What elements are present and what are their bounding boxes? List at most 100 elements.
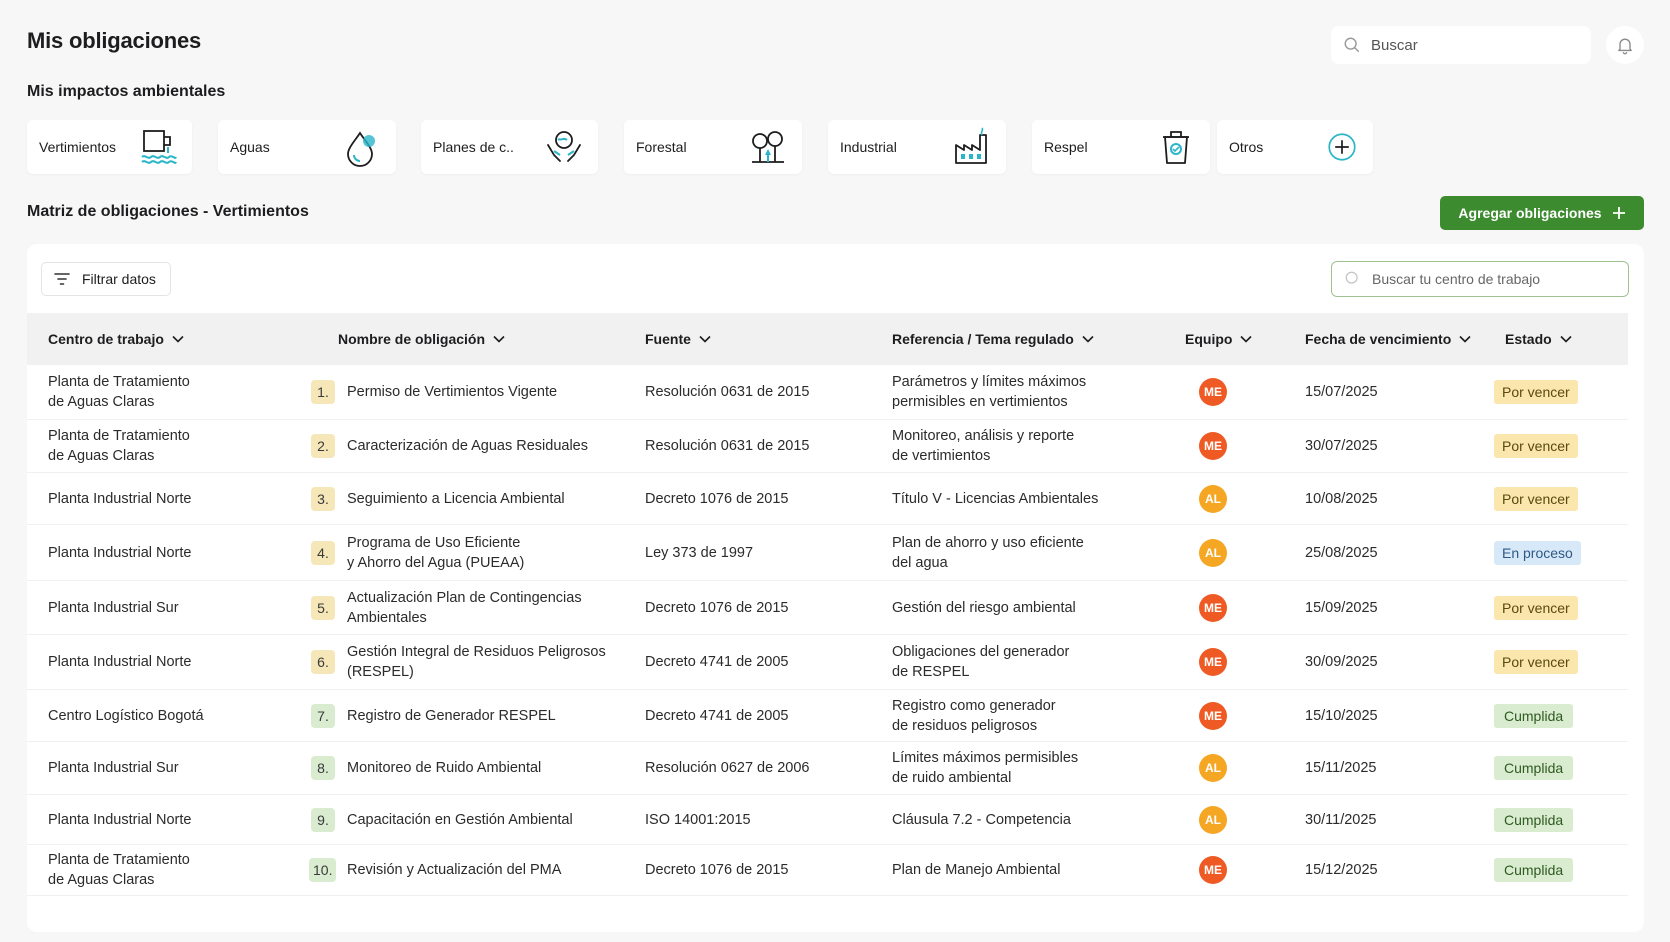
table-row[interactable]: Planta Industrial Sur 8. Monitoreo de Ruid…	[27, 742, 1628, 795]
cell-centro-line: Planta Industrial Norte	[48, 490, 192, 507]
cell-nombre-line: Caracterización de Aguas Residuales	[347, 438, 588, 454]
cell-centro-line: Planta de Tratamiento	[48, 852, 190, 868]
cell-centro-line: de Aguas Claras	[48, 394, 155, 410]
table-row[interactable]: Planta de Tratamiento de Aguas Claras 1. Pe…	[27, 365, 1628, 420]
team-avatar[interactable]: AL	[1199, 538, 1227, 567]
column-header-label: Centro de trabajo	[48, 331, 164, 347]
table-row[interactable]: Centro Logístico Bogotá 7. Registro de Gen…	[27, 690, 1628, 742]
global-search-input[interactable]	[1371, 36, 1591, 54]
cell-fecha: 10/08/2025	[1305, 490, 1378, 507]
cell-referencia-line: Plan de Manejo Ambiental	[892, 862, 1061, 878]
obligation-number: 4.	[311, 540, 335, 565]
column-header-referencia[interactable]: Referencia / Tema regulado	[892, 313, 1094, 365]
impact-tile-planes[interactable]: Planes de c..	[421, 120, 598, 174]
filter-data-label: Filtrar datos	[82, 271, 156, 287]
team-avatar[interactable]: ME	[1199, 378, 1227, 406]
cell-fuente: ISO 14001:2015	[645, 811, 751, 828]
chevron-down-icon	[1560, 335, 1572, 343]
team-avatar[interactable]: AL	[1199, 754, 1227, 782]
cell-referencia-line: Cláusula 7.2 - Competencia	[892, 811, 1071, 828]
cell-nombre: Programa de Uso Eficiente y Ahorro del Ag…	[347, 525, 617, 580]
work-center-search[interactable]	[1331, 261, 1629, 297]
impact-tile-industrial[interactable]: Industrial	[828, 120, 1006, 174]
obligation-number: 1.	[311, 380, 335, 404]
obligation-number: 9.	[311, 807, 335, 832]
cell-referencia: Plan de ahorro y uso eficiente del agua	[892, 525, 1142, 580]
team-avatar[interactable]: ME	[1199, 432, 1227, 460]
cell-referencia-line: del agua	[892, 554, 948, 571]
column-header-equipo[interactable]: Equipo	[1185, 313, 1253, 365]
cell-fuente: Decreto 4741 de 2005	[645, 654, 789, 670]
cell-nombre-line: y Ahorro del Agua (PUEAA)	[347, 554, 525, 571]
impact-tile-aguas[interactable]: Aguas	[218, 120, 396, 174]
work-center-search-input[interactable]	[1372, 271, 1628, 287]
cell-nombre-line: Programa de Uso Eficiente	[347, 534, 521, 551]
cell-fuente: Decreto 1076 de 2015	[645, 599, 789, 616]
team-avatar[interactable]: AL	[1199, 484, 1227, 513]
filter-data-button[interactable]: Filtrar datos	[41, 262, 171, 296]
column-header-centro[interactable]: Centro de trabajo	[48, 313, 184, 365]
status-badge: Por vencer	[1494, 650, 1578, 674]
team-avatar[interactable]: ME	[1199, 648, 1227, 676]
add-obligations-button[interactable]: Agregar obligaciones	[1440, 196, 1644, 230]
status-badge: Por vencer	[1494, 380, 1578, 404]
cell-referencia: Obligaciones del generador de RESPEL	[892, 635, 1142, 689]
table-header: Centro de trabajo Nombre de obligación F…	[27, 313, 1628, 365]
column-header-nombre[interactable]: Nombre de obligación	[338, 313, 505, 365]
cell-centro: Planta de Tratamiento de Aguas Claras	[48, 845, 298, 895]
cell-nombre-line: Capacitación en Gestión Ambiental	[347, 811, 573, 828]
table-row[interactable]: Planta de Tratamiento de Aguas Claras 2. Ca…	[27, 420, 1628, 473]
team-avatar[interactable]: AL	[1199, 805, 1227, 834]
table-row[interactable]: Planta Industrial Norte 3. Seguimiento a L…	[27, 473, 1628, 525]
table-row[interactable]: Planta Industrial Norte 4. Programa de Uso…	[27, 525, 1628, 581]
add-obligations-label: Agregar obligaciones	[1458, 205, 1602, 221]
filter-icon	[54, 273, 70, 285]
column-header-fuente[interactable]: Fuente	[645, 313, 711, 365]
impact-tile-vertimientos[interactable]: Vertimientos	[27, 120, 192, 174]
table-row[interactable]: Planta Industrial Norte 6. Gestión Integra…	[27, 635, 1628, 690]
cell-centro: Centro Logístico Bogotá	[48, 690, 298, 741]
table-row[interactable]: Planta Industrial Sur 5. Actualización Pla…	[27, 581, 1628, 635]
team-avatar[interactable]: ME	[1199, 701, 1227, 730]
search-icon	[1345, 271, 1358, 284]
cell-referencia-line: Plan de ahorro y uso eficiente	[892, 534, 1084, 551]
cell-fuente: Resolución 0627 de 2006	[645, 760, 810, 776]
cell-centro-line: de Aguas Claras	[48, 448, 155, 464]
impact-tile-forestal[interactable]: Forestal	[624, 120, 802, 174]
cell-referencia-line: Límites máximos permisibles	[892, 750, 1079, 766]
chevron-down-icon	[1082, 335, 1094, 343]
obligation-number: 2.	[311, 434, 335, 458]
cell-nombre: Permiso de Vertimientos Vigente	[347, 365, 617, 419]
table-row[interactable]: Planta de Tratamiento de Aguas Claras 10. R…	[27, 845, 1628, 896]
team-avatar[interactable]: ME	[1199, 593, 1227, 622]
cell-centro: Planta de Tratamiento de Aguas Claras	[48, 420, 298, 472]
cell-fecha: 30/11/2025	[1305, 811, 1377, 828]
cell-nombre-line: Revisión y Actualización del PMA	[347, 862, 562, 878]
obligation-number: 3.	[311, 486, 335, 511]
search-icon	[1344, 37, 1360, 53]
status-badge: Cumplida	[1494, 807, 1574, 832]
table-row[interactable]: Planta Industrial Norte 9. Capacitación en…	[27, 795, 1628, 845]
impact-tile-otros[interactable]: Otros	[1217, 120, 1373, 174]
cell-referencia-line: de residuos peligrosos	[892, 717, 1038, 734]
cell-centro: Planta Industrial Norte	[48, 635, 298, 689]
trees-icon	[752, 131, 784, 163]
cell-centro-line: Planta de Tratamiento	[48, 374, 190, 390]
impact-tile-respel[interactable]: Respel	[1032, 120, 1210, 174]
column-header-fecha[interactable]: Fecha de vencimiento	[1305, 313, 1471, 365]
plus-icon	[1612, 207, 1625, 219]
cell-nombre: Capacitación en Gestión Ambiental	[347, 795, 617, 844]
cell-centro: Planta de Tratamiento de Aguas Claras	[48, 365, 298, 419]
cell-nombre: Monitoreo de Ruido Ambiental	[347, 742, 617, 794]
cell-centro-line: Planta Industrial Sur	[48, 599, 179, 616]
cell-referencia-line: Monitoreo, análisis y reporte	[892, 428, 1075, 444]
cell-centro-line: de Aguas Claras	[48, 872, 155, 888]
team-avatar[interactable]: ME	[1199, 856, 1227, 884]
cell-centro-line: Centro Logístico Bogotá	[48, 707, 204, 724]
column-header-estado[interactable]: Estado	[1505, 313, 1572, 365]
cell-nombre-line: Actualización Plan de Contingencias	[347, 589, 582, 606]
cell-fuente: Resolución 0631 de 2015	[645, 438, 810, 454]
cell-referencia: Registro como generador de residuos pelig…	[892, 690, 1142, 741]
global-search[interactable]	[1331, 26, 1591, 64]
notifications-button[interactable]	[1606, 26, 1644, 64]
